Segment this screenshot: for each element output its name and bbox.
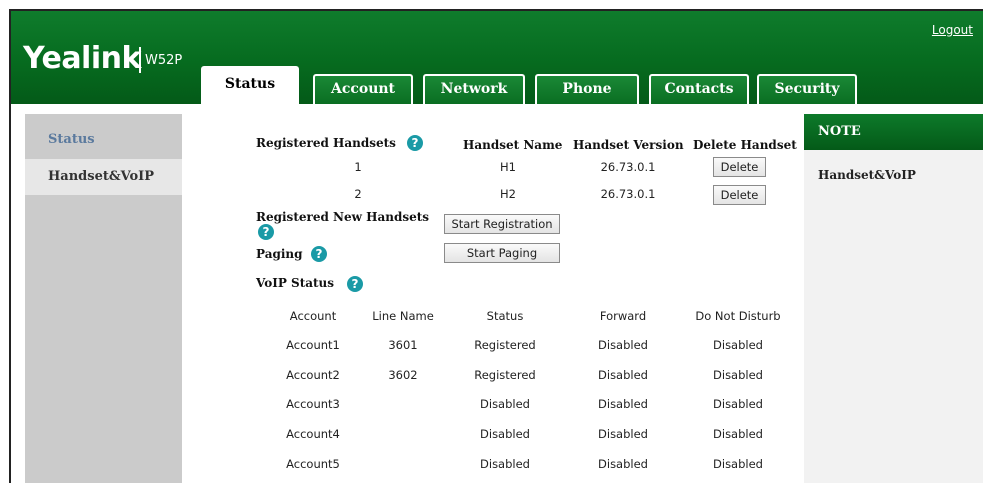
col-do-not-disturb: Do Not Disturb [695,309,781,323]
voip-forward: Disabled [598,338,648,352]
logo-divider [139,47,141,73]
voip-dnd: Disabled [713,368,763,382]
col-forward: Forward [599,309,647,323]
registered-handsets-label: Registered Handsets [256,136,396,150]
voip-line-name: 3601 [388,338,418,352]
voip-forward: Disabled [598,457,648,471]
paging-label: Paging [256,247,303,261]
logout-link[interactable]: Logout [932,23,973,37]
voip-status: Registered [474,338,536,352]
registered-new-handsets-label: Registered New Handsets [256,210,430,224]
handset-version: 26.73.0.1 [600,187,656,201]
voip-dnd: Disabled [713,397,763,411]
start-paging-button[interactable]: Start Paging [444,243,560,263]
voip-account: Account2 [286,368,340,382]
start-registration-button[interactable]: Start Registration [444,214,560,234]
handset-index: 2 [354,187,362,201]
tab-phone[interactable]: Phone [535,74,639,104]
note-body: Handset&VoIP [818,168,916,182]
voip-account: Account1 [286,338,340,352]
voip-forward: Disabled [598,397,648,411]
browser-frame: Yealink W52P Logout Status Account Netwo… [9,9,983,483]
help-icon[interactable]: ? [347,276,363,292]
handset-version: 26.73.0.1 [600,160,656,174]
sidebar-item-status[interactable]: Status [25,122,182,158]
status-panel: Registered Handsets ? Handset Name Hands… [193,114,797,483]
voip-status: Disabled [480,397,530,411]
voip-dnd: Disabled [713,338,763,352]
delete-button[interactable]: Delete [713,185,766,205]
note-title: NOTE [804,114,983,150]
voip-status: Registered [474,368,536,382]
voip-account: Account3 [286,397,340,411]
note-panel: NOTE Handset&VoIP [804,114,983,483]
voip-status-label: VoIP Status [256,276,335,290]
col-delete-handset: Delete Handset [693,138,797,152]
tab-security[interactable]: Security [757,74,857,104]
help-icon[interactable]: ? [407,135,423,151]
sidebar: Status Handset&VoIP [25,114,182,483]
yealink-logo: Yealink [23,41,141,76]
voip-forward: Disabled [598,427,648,441]
header-bar: Yealink W52P Logout Status Account Netwo… [11,11,983,104]
voip-dnd: Disabled [713,427,763,441]
col-status: Status [486,309,524,323]
voip-status: Disabled [480,457,530,471]
voip-line-name: 3602 [388,368,418,382]
tab-status[interactable]: Status [201,66,299,104]
col-line-name: Line Name [372,309,434,323]
col-handset-version: Handset Version [573,138,684,152]
handset-name: H1 [500,160,516,174]
voip-dnd: Disabled [713,457,763,471]
help-icon[interactable]: ? [258,224,274,240]
tab-network[interactable]: Network [423,74,525,104]
tab-account[interactable]: Account [313,74,413,104]
voip-forward: Disabled [598,368,648,382]
help-icon[interactable]: ? [311,246,327,262]
col-account: Account [289,309,337,323]
voip-status: Disabled [480,427,530,441]
col-handset-name: Handset Name [463,138,563,152]
tab-contacts[interactable]: Contacts [649,74,749,104]
handset-index: 1 [354,160,362,174]
delete-button[interactable]: Delete [713,157,766,177]
voip-account: Account4 [286,427,340,441]
voip-account: Account5 [286,457,340,471]
handset-name: H2 [500,187,516,201]
model-label: W52P [145,53,183,68]
sidebar-item-handset-voip[interactable]: Handset&VoIP [25,159,182,195]
